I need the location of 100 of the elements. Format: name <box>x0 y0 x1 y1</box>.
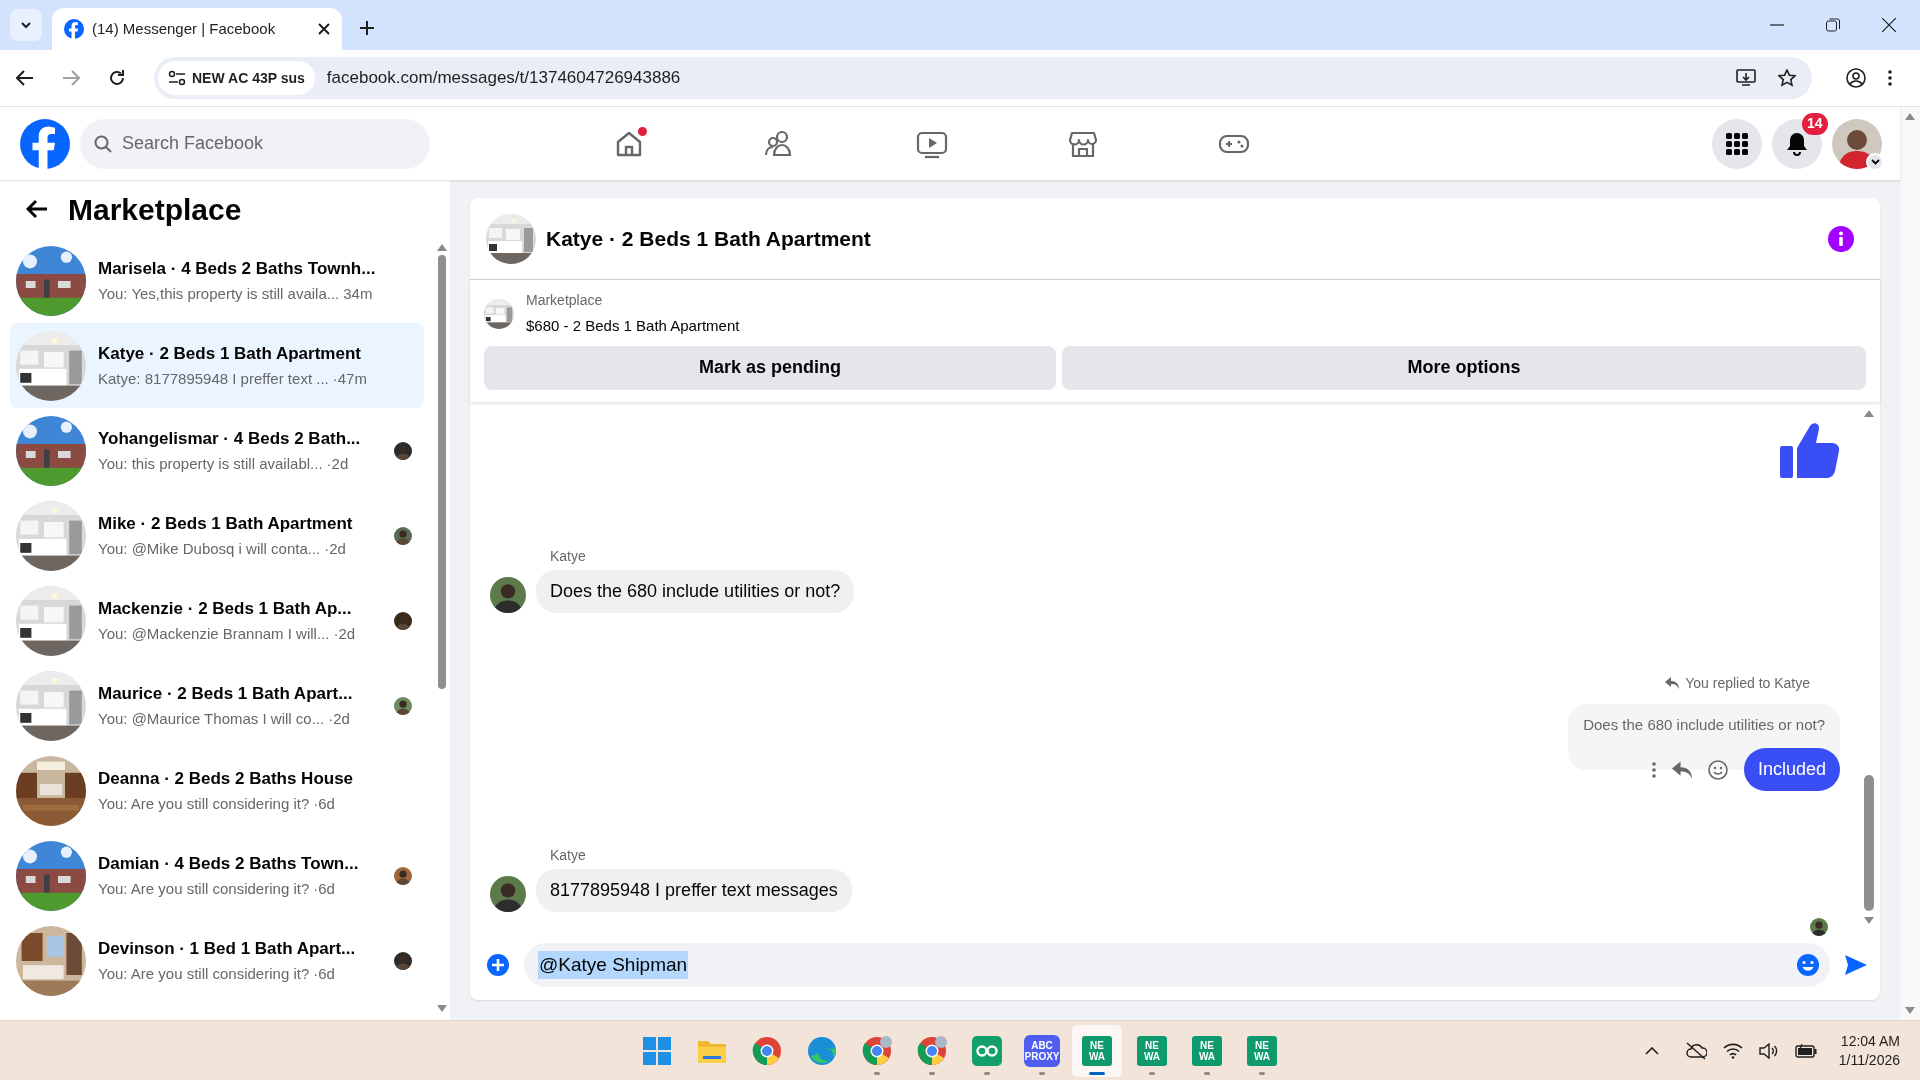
chevron-up-icon[interactable] <box>1644 1046 1659 1055</box>
address-bar[interactable]: NEW AC 43P sus facebook.com/messages/t/1374604726943886 <box>154 57 1812 99</box>
search-field[interactable]: Search Facebook <box>80 118 430 169</box>
chrome-icon <box>862 1036 892 1066</box>
scroll-up-icon[interactable] <box>437 244 447 251</box>
notifications-button[interactable] <box>1772 118 1822 169</box>
message-preview: You: @Maurice Thomas I will co... <box>98 709 325 729</box>
facebook-logo-icon[interactable] <box>20 118 70 169</box>
conversation-title: Yohangelismar · 4 Beds 2 Bath... <box>98 427 362 450</box>
conversation-item[interactable]: Deanna · 2 Beds 2 Baths House You: Are you still considering it? ·6d <box>10 748 424 833</box>
scroll-up-icon[interactable] <box>1864 409 1874 417</box>
back-icon[interactable] <box>16 69 34 87</box>
conversation-title: Damian · 4 Beds 2 Baths Town... <box>98 852 360 875</box>
scrollbar-thumb[interactable] <box>438 255 446 689</box>
search-icon <box>94 134 112 153</box>
battery-icon[interactable] <box>1794 1043 1817 1058</box>
close-icon[interactable] <box>1882 18 1896 32</box>
emoji-icon[interactable] <box>1796 953 1820 977</box>
tab-list-button[interactable] <box>10 9 42 41</box>
action-button[interactable]: Mark as pending <box>484 345 1056 390</box>
message-time: ·6d <box>313 879 335 899</box>
proxy-app-icon: ABC PROXY <box>1024 1035 1060 1067</box>
folder-icon <box>697 1038 727 1064</box>
add-icon[interactable] <box>486 953 510 977</box>
taskbar-app[interactable]: NE WA <box>1072 1025 1122 1077</box>
reply-icon[interactable] <box>1671 760 1692 779</box>
taskbar-app[interactable]: NE WA <box>1237 1025 1287 1077</box>
conversation-title: Katye · 2 Beds 1 Bath Apartment <box>98 342 362 365</box>
app-tile-icon: NE WA <box>1192 1036 1222 1066</box>
info-icon[interactable] <box>1828 225 1854 252</box>
message-time: ·47m <box>332 369 367 389</box>
conversation-item[interactable]: Mackenzie · 2 Beds 1 Bath Ap... You: @Mackenzie Brannam I will... ·2d <box>10 578 424 663</box>
windows-icon <box>643 1037 671 1065</box>
restore-icon[interactable] <box>1826 18 1840 32</box>
notification-count: 14 <box>1802 112 1828 135</box>
close-icon[interactable] <box>318 23 330 35</box>
scroll-down-icon[interactable] <box>437 1005 447 1012</box>
scrollbar-thumb[interactable] <box>1864 775 1874 911</box>
chevron-down-icon <box>1870 158 1880 165</box>
chrome-icon <box>752 1036 782 1066</box>
profile-icon[interactable] <box>1846 68 1866 88</box>
menu-button[interactable] <box>1712 118 1762 169</box>
scroll-up-icon[interactable] <box>1905 113 1915 120</box>
volume-icon[interactable] <box>1758 1042 1779 1059</box>
bookmark-star-icon[interactable] <box>1778 69 1796 87</box>
menu-icon[interactable] <box>1888 70 1892 86</box>
conversation-item[interactable]: Damian · 4 Beds 2 Baths Town... You: Are you still considering it? ·6d <box>10 833 424 918</box>
avatar <box>490 876 526 912</box>
profile-avatar[interactable] <box>1832 118 1882 169</box>
conversation-item[interactable]: Katye · 2 Beds 1 Bath Apartment Katye: 8177895948 I preffer text ... ·47m <box>10 323 424 408</box>
conversation-item[interactable]: Marisela · 4 Beds 2 Baths Townh... You: Yes,this property is still availa... 34m <box>10 238 424 323</box>
sidebar-title: Marketplace <box>68 191 242 228</box>
forward-icon[interactable] <box>62 69 80 87</box>
conversation-item[interactable]: Devinson · 1 Bed 1 Bath Apart... You: Are you still considering it? ·6d <box>10 918 424 1003</box>
conversation-item[interactable]: Yohangelismar · 4 Beds 2 Bath... You: this property is still availabl... ·2d <box>10 408 424 493</box>
seen-avatar <box>1810 918 1828 936</box>
action-button[interactable]: More options <box>1062 345 1866 390</box>
grid-menu-icon <box>1726 132 1748 155</box>
emoji-icon[interactable] <box>1707 759 1728 780</box>
send-icon[interactable] <box>1844 954 1868 976</box>
more-icon[interactable] <box>1651 761 1656 778</box>
site-info-chip[interactable]: NEW AC 43P sus <box>158 61 315 95</box>
listing-title[interactable]: $680 - 2 Beds 1 Bath Apartment <box>526 315 740 338</box>
clock[interactable]: 12:04 AM 1/11/2026 <box>1838 1031 1900 1070</box>
conversation-item[interactable]: Maurice · 2 Beds 1 Bath Apart... You: @Maurice Thomas I will co... ·2d <box>10 663 424 748</box>
new-tab-icon[interactable] <box>360 21 374 35</box>
listing-label: Marketplace <box>526 291 604 310</box>
message-preview: You: Are you still considering it? <box>98 964 310 984</box>
tune-icon <box>168 70 186 86</box>
message-time: ·6d <box>313 794 335 814</box>
reply-note: You replied to Katye <box>1685 673 1810 693</box>
conversation-title: Devinson · 1 Bed 1 Bath Apart... <box>98 937 357 960</box>
browser-tab[interactable]: (14) Messenger | Facebook <box>52 8 342 50</box>
install-icon[interactable] <box>1736 69 1756 87</box>
facebook-logo-icon <box>64 19 84 39</box>
message-input[interactable]: @Katye Shipman <box>524 943 1830 987</box>
scroll-down-icon[interactable] <box>1864 917 1874 924</box>
cloud-off-icon[interactable] <box>1684 1041 1707 1060</box>
message-preview: You: @Mackenzie Brannam I will... <box>98 624 330 644</box>
message-time: ·2d <box>324 539 346 559</box>
conversation-item[interactable]: Mike · 2 Beds 1 Bath Apartment You: @Mike Dubosq i will conta... ·2d <box>10 493 424 578</box>
back-arrow-icon[interactable] <box>26 199 48 219</box>
taskbar-app[interactable]: NE WA <box>1182 1025 1232 1077</box>
infinity-app-icon <box>972 1036 1002 1066</box>
message-preview: You: this property is still availabl... <box>98 454 323 474</box>
conversation-title: Deanna · 2 Beds 2 Baths House <box>98 767 355 790</box>
message-time: ·6d <box>313 964 335 984</box>
wifi-icon[interactable] <box>1722 1042 1743 1059</box>
reply-icon <box>1665 677 1680 689</box>
avatar <box>490 576 526 613</box>
message-time: 34m <box>343 284 373 304</box>
message-preview: Katye: 8177895948 I preffer text ... <box>98 369 329 389</box>
scroll-down-icon[interactable] <box>1905 1007 1915 1014</box>
taskbar-app[interactable]: ABC PROXY <box>1017 1025 1067 1077</box>
conversation-title: Marisela · 4 Beds 2 Baths Townh... <box>98 257 377 280</box>
taskbar-app[interactable]: NE WA <box>1127 1025 1177 1077</box>
reload-icon[interactable] <box>108 69 126 87</box>
message-preview: You: Are you still considering it? <box>98 879 310 899</box>
message-bubble: Does the 680 include utilities or not? <box>536 569 855 613</box>
chrome-icon <box>917 1036 947 1066</box>
